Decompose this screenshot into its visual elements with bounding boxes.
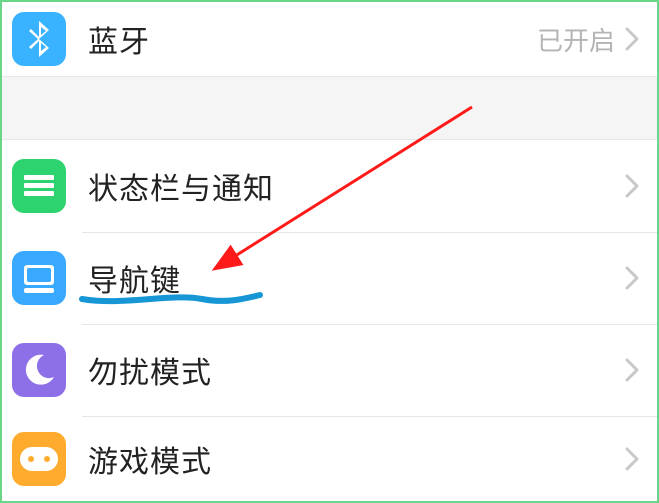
settings-screen: 蓝牙 已开启 状态栏与通知 导航键 <box>0 0 659 503</box>
row-game-label: 游戏模式 <box>88 437 625 481</box>
chevron-right-icon <box>625 27 639 51</box>
moon-icon <box>12 343 66 397</box>
row-do-not-disturb[interactable]: 勿扰模式 <box>2 324 657 416</box>
row-game-mode[interactable]: 游戏模式 <box>2 416 657 502</box>
chevron-right-icon <box>625 266 639 290</box>
row-bluetooth[interactable]: 蓝牙 已开启 <box>2 2 657 76</box>
row-dnd-label: 勿扰模式 <box>88 348 625 392</box>
section-divider <box>2 76 657 140</box>
chevron-right-icon <box>625 174 639 198</box>
row-navkey-label: 导航键 <box>88 256 625 300</box>
gamepad-icon <box>12 432 66 486</box>
row-status-label: 状态栏与通知 <box>88 164 625 208</box>
navigation-key-icon <box>12 251 66 305</box>
row-bluetooth-label: 蓝牙 <box>88 17 537 61</box>
row-bluetooth-value: 已开启 <box>537 21 615 58</box>
chevron-right-icon <box>625 447 639 471</box>
list-icon <box>12 159 66 213</box>
row-status-notifications[interactable]: 状态栏与通知 <box>2 140 657 232</box>
chevron-right-icon <box>625 358 639 382</box>
bluetooth-icon <box>12 12 66 66</box>
row-navigation-key[interactable]: 导航键 <box>2 232 657 324</box>
